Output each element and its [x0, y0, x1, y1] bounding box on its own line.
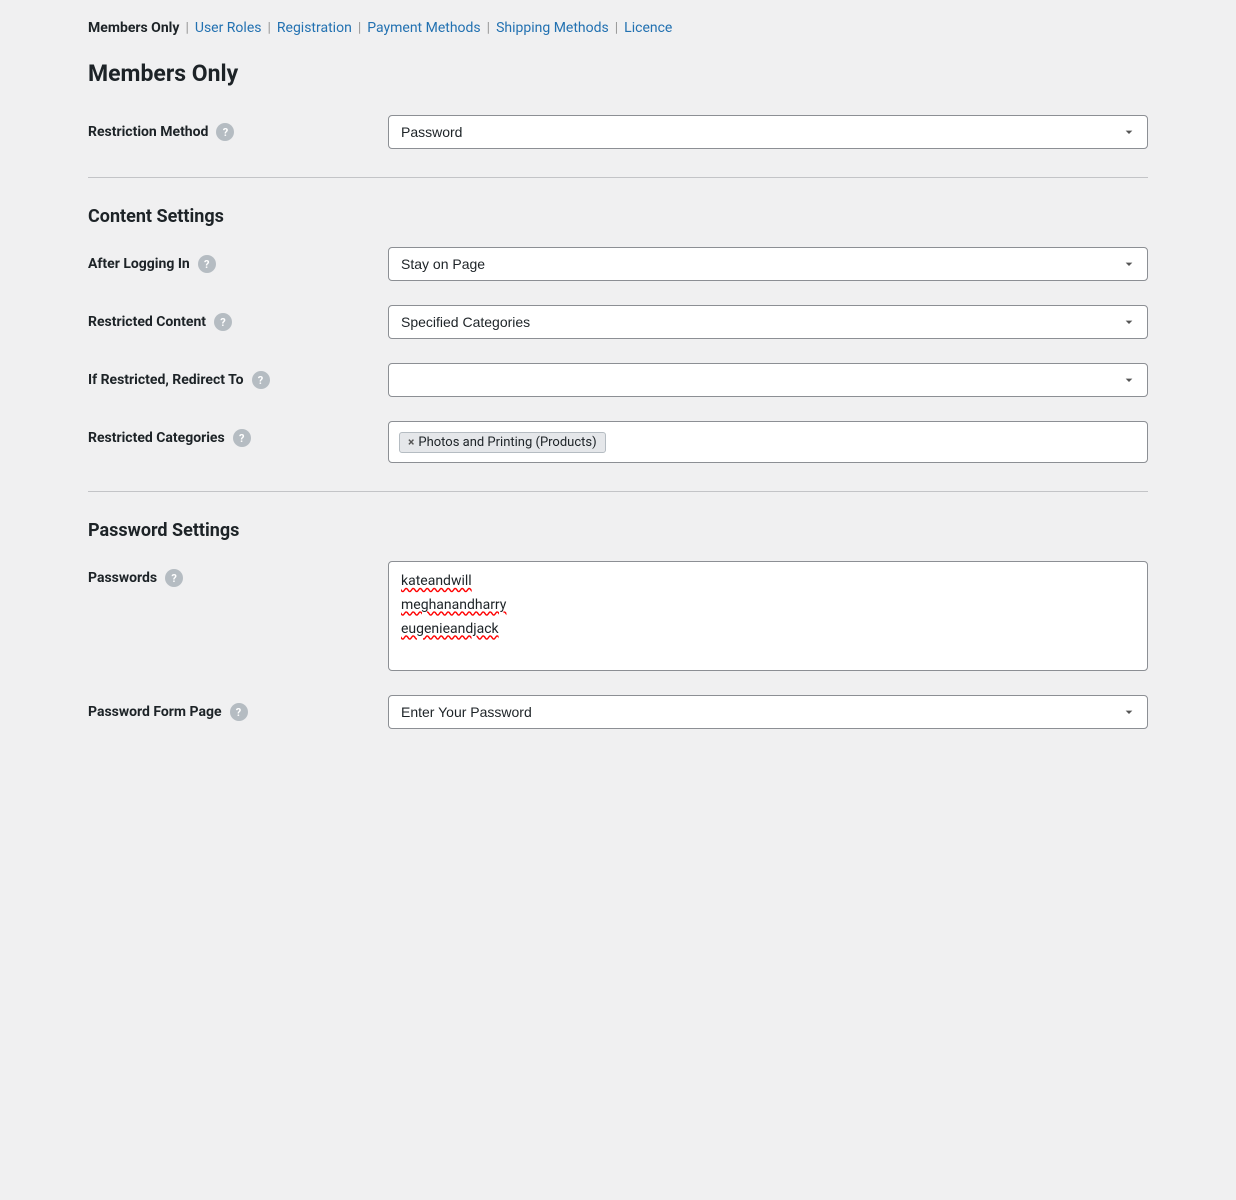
restricted-content-row: Restricted Content ? Specified Categorie…: [88, 305, 1148, 339]
top-nav: Members Only | User Roles | Registration…: [88, 20, 1148, 36]
restriction-method-row: Restriction Method ? Password Login User…: [88, 115, 1148, 149]
nav-sep-1: |: [185, 20, 188, 36]
content-settings-heading: Content Settings: [88, 206, 1148, 227]
category-tag: × Photos and Printing (Products): [399, 432, 606, 453]
nav-link-user-roles[interactable]: User Roles: [195, 20, 262, 36]
restricted-content-help-icon[interactable]: ?: [214, 313, 232, 331]
after-logging-in-select[interactable]: Stay on Page Redirect to Home Redirect t…: [388, 247, 1148, 281]
after-logging-in-row: After Logging In ? Stay on Page Redirect…: [88, 247, 1148, 281]
password-settings-heading: Password Settings: [88, 520, 1148, 541]
passwords-help-icon[interactable]: ?: [165, 569, 183, 587]
passwords-textarea-display[interactable]: kateandwill meghanandharry eugenieandjac…: [388, 561, 1148, 671]
nav-sep-4: |: [487, 20, 490, 36]
after-logging-in-label: After Logging In: [88, 256, 190, 272]
nav-link-licence[interactable]: Licence: [624, 20, 672, 36]
nav-link-payment-methods[interactable]: Payment Methods: [367, 20, 480, 36]
divider-1: [88, 177, 1148, 178]
page-title: Members Only: [88, 60, 1148, 87]
nav-sep-3: |: [358, 20, 361, 36]
password-line-2: meghanandharry: [401, 594, 1135, 618]
restricted-categories-label: Restricted Categories: [88, 430, 225, 446]
restriction-method-select[interactable]: Password Login User Roles: [388, 115, 1148, 149]
restriction-method-help-icon[interactable]: ?: [216, 123, 234, 141]
password-form-page-help-icon[interactable]: ?: [230, 703, 248, 721]
if-restricted-redirect-row: If Restricted, Redirect To ? Home Page L…: [88, 363, 1148, 397]
tag-label: Photos and Printing (Products): [418, 435, 596, 450]
password-form-page-row: Password Form Page ? Enter Your Password…: [88, 695, 1148, 729]
nav-sep-2: |: [267, 20, 270, 36]
divider-2: [88, 491, 1148, 492]
password-line-1: kateandwill: [401, 570, 1135, 594]
password-line-3: eugenieandjack: [401, 618, 1135, 642]
restricted-content-label: Restricted Content: [88, 314, 206, 330]
nav-current: Members Only: [88, 20, 179, 36]
if-restricted-redirect-label: If Restricted, Redirect To: [88, 372, 244, 388]
nav-link-shipping-methods[interactable]: Shipping Methods: [496, 20, 609, 36]
if-restricted-redirect-help-icon[interactable]: ?: [252, 371, 270, 389]
passwords-label: Passwords: [88, 570, 157, 586]
after-logging-in-help-icon[interactable]: ?: [198, 255, 216, 273]
restricted-categories-input[interactable]: × Photos and Printing (Products): [388, 421, 1148, 463]
passwords-row: Passwords ? kateandwill meghanandharry e…: [88, 561, 1148, 671]
restricted-categories-row: Restricted Categories ? × Photos and Pri…: [88, 421, 1148, 463]
restricted-categories-help-icon[interactable]: ?: [233, 429, 251, 447]
nav-link-registration[interactable]: Registration: [277, 20, 352, 36]
tag-remove-icon[interactable]: ×: [408, 435, 414, 449]
nav-sep-5: |: [615, 20, 618, 36]
password-form-page-select[interactable]: Enter Your Password Custom Page Default …: [388, 695, 1148, 729]
restricted-content-select[interactable]: Specified Categories All Content Specifi…: [388, 305, 1148, 339]
if-restricted-redirect-select[interactable]: Home Page Login Page Custom URL: [388, 363, 1148, 397]
password-form-page-label: Password Form Page: [88, 704, 222, 720]
restriction-method-label: Restriction Method: [88, 124, 208, 140]
